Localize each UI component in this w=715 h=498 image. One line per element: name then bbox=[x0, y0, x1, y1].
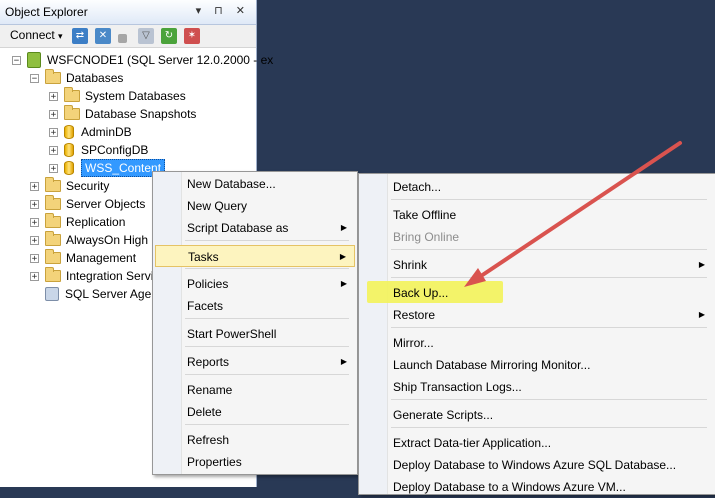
annotation-arrow bbox=[464, 141, 682, 287]
